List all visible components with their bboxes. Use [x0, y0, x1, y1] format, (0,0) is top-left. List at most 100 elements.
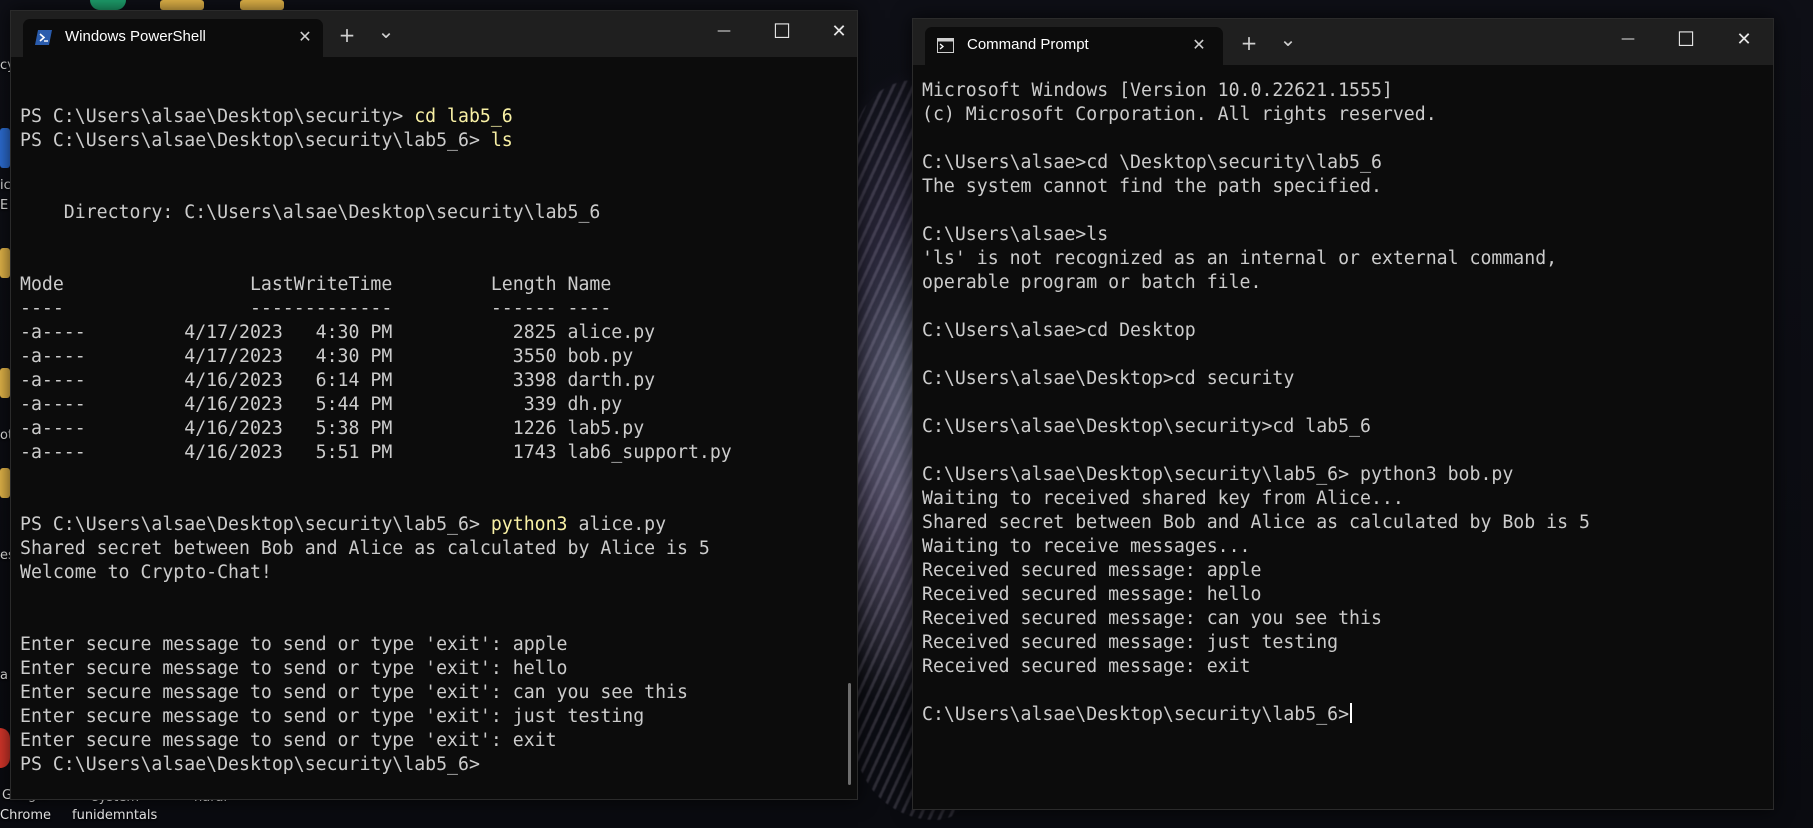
- desktop-folder-icon[interactable]: [240, 0, 284, 10]
- console-line: Waiting to receive messages...: [922, 535, 1773, 559]
- minimize-button[interactable]: —: [701, 23, 747, 53]
- console-line: Received secured message: hello: [922, 583, 1773, 607]
- console-text: Enter secure message to send or type 'ex…: [20, 730, 557, 751]
- close-window-button[interactable]: ✕: [816, 21, 862, 51]
- powershell-titlebar[interactable]: Windows PowerShell ✕ + ⌄ — ☐ ✕: [11, 11, 857, 57]
- tab-dropdown-button[interactable]: ⌄: [374, 21, 398, 43]
- console-text: Received secured message: apple: [922, 560, 1262, 581]
- console-line: Enter secure message to send or type 'ex…: [20, 633, 857, 657]
- tab-title: Command Prompt: [967, 36, 1089, 53]
- console-line: The system cannot find the path specifie…: [922, 175, 1773, 199]
- minimize-button[interactable]: —: [1605, 31, 1651, 61]
- console-text: ---- ------------- ------ ----: [20, 298, 612, 319]
- cmd-titlebar[interactable]: Command Prompt ✕ + ⌄ — ☐ ✕: [913, 19, 1773, 65]
- console-text: Mode LastWriteTime Length Name: [20, 274, 612, 295]
- console-text: C:\Users\alsae>cd Desktop: [922, 320, 1196, 341]
- console-line: PS C:\Users\alsae\Desktop\security\lab5_…: [20, 753, 857, 777]
- tab-dropdown-button[interactable]: ⌄: [1276, 29, 1300, 51]
- console-text: (c) Microsoft Corporation. All rights re…: [922, 104, 1437, 125]
- close-tab-icon[interactable]: ✕: [295, 27, 315, 47]
- scrollbar[interactable]: [848, 683, 851, 785]
- console-line: C:\Users\alsae\Desktop\security\lab5_6>: [922, 703, 1773, 727]
- console-line: C:\Users\alsae\Desktop\security>cd lab5_…: [922, 415, 1773, 439]
- tab-command-prompt[interactable]: Command Prompt ✕: [925, 27, 1223, 65]
- console-line: -a---- 4/16/2023 5:38 PM 1226 lab5.py: [20, 417, 857, 441]
- console-line: -a---- 4/16/2023 6:14 PM 3398 darth.py: [20, 369, 857, 393]
- console-line: Received secured message: just testing: [922, 631, 1773, 655]
- powershell-console-output[interactable]: PS C:\Users\alsae\Desktop\security> cd l…: [11, 57, 857, 799]
- desktop-app-icon[interactable]: [0, 128, 10, 168]
- console-line: Enter secure message to send or type 'ex…: [20, 729, 857, 753]
- command-prompt-icon: [937, 38, 954, 53]
- console-line: PS C:\Users\alsae\Desktop\security> cd l…: [20, 105, 857, 129]
- console-text: C:\Users\alsae>cd \Desktop\security\lab5…: [922, 152, 1382, 173]
- console-line: C:\Users\alsae>cd \Desktop\security\lab5…: [922, 151, 1773, 175]
- desktop-app-icon[interactable]: [0, 728, 10, 768]
- console-text: C:\Users\alsae>ls: [922, 224, 1109, 245]
- new-tab-button[interactable]: +: [335, 25, 359, 47]
- console-line: C:\Users\alsae\Desktop>cd security: [922, 367, 1773, 391]
- console-line: -a---- 4/17/2023 4:30 PM 3550 bob.py: [20, 345, 857, 369]
- console-text: Received secured message: exit: [922, 656, 1251, 677]
- console-prompt: PS C:\Users\alsae\Desktop\security\lab5_…: [20, 130, 491, 151]
- console-line: -a---- 4/16/2023 5:44 PM 339 dh.py: [20, 393, 857, 417]
- desktop-folder-icon[interactable]: [160, 0, 204, 10]
- powershell-window[interactable]: Windows PowerShell ✕ + ⌄ — ☐ ✕ PS C:\Use…: [10, 10, 858, 800]
- close-tab-icon[interactable]: ✕: [1189, 35, 1209, 55]
- console-command: python3: [490, 514, 568, 535]
- console-text: Received secured message: just testing: [922, 632, 1339, 653]
- console-line: (c) Microsoft Corporation. All rights re…: [922, 103, 1773, 127]
- console-line: -a---- 4/16/2023 5:51 PM 1743 lab6_suppo…: [20, 441, 857, 465]
- console-text: C:\Users\alsae\Desktop\security\lab5_6>: [922, 704, 1350, 725]
- desktop-app-icon[interactable]: [0, 368, 10, 398]
- console-line: Received secured message: exit: [922, 655, 1773, 679]
- console-line: Mode LastWriteTime Length Name: [20, 273, 857, 297]
- console-line: PS C:\Users\alsae\Desktop\security\lab5_…: [20, 513, 857, 537]
- new-tab-button[interactable]: +: [1237, 33, 1261, 55]
- maximize-button[interactable]: ☐: [759, 19, 805, 49]
- tab-windows-powershell[interactable]: Windows PowerShell ✕: [23, 19, 323, 57]
- console-line: 'ls' is not recognized as an internal or…: [922, 247, 1773, 271]
- console-text: 'ls' is not recognized as an internal or…: [922, 248, 1558, 269]
- console-command: cd lab5_6: [414, 106, 513, 127]
- console-text: -a---- 4/16/2023 6:14 PM 3398 darth.py: [20, 370, 656, 391]
- desktop-app-icon[interactable]: [0, 248, 10, 278]
- console-line: -a---- 4/17/2023 4:30 PM 2825 alice.py: [20, 321, 857, 345]
- cmd-console-output[interactable]: Microsoft Windows [Version 10.0.22621.15…: [913, 79, 1773, 809]
- console-prompt: PS C:\Users\alsae\Desktop\security\lab5_…: [20, 514, 491, 535]
- console-line: C:\Users\alsae>ls: [922, 223, 1773, 247]
- console-line: C:\Users\alsae>cd Desktop: [922, 319, 1773, 343]
- close-window-button[interactable]: ✕: [1721, 29, 1767, 59]
- desktop-app-icon[interactable]: [0, 468, 10, 498]
- command-prompt-window[interactable]: Command Prompt ✕ + ⌄ — ☐ ✕ Microsoft Win…: [912, 18, 1774, 810]
- console-text: -a---- 4/16/2023 5:51 PM 1743 lab6_suppo…: [20, 442, 732, 463]
- powershell-icon: [35, 30, 52, 45]
- console-prompt: PS C:\Users\alsae\Desktop\security>: [20, 106, 415, 127]
- console-line: Received secured message: apple: [922, 559, 1773, 583]
- console-text: C:\Users\alsae\Desktop>cd security: [922, 368, 1295, 389]
- desktop-app-icon[interactable]: [90, 0, 126, 10]
- console-text: C:\Users\alsae\Desktop\security\lab5_6> …: [922, 464, 1514, 485]
- console-text: Enter secure message to send or type 'ex…: [20, 658, 568, 679]
- text-cursor: [1350, 703, 1353, 723]
- console-line: Shared secret between Bob and Alice as c…: [922, 511, 1773, 535]
- console-text: Waiting to receive messages...: [922, 536, 1251, 557]
- maximize-button[interactable]: ☐: [1663, 27, 1709, 57]
- console-text: Directory: C:\Users\alsae\Desktop\securi…: [20, 202, 601, 223]
- console-text: Enter secure message to send or type 'ex…: [20, 634, 568, 655]
- console-text: Welcome to Crypto-Chat!: [20, 562, 272, 583]
- console-text: Received secured message: can you see th…: [922, 608, 1382, 629]
- console-text: C:\Users\alsae\Desktop\security>cd lab5_…: [922, 416, 1371, 437]
- console-text: -a---- 4/16/2023 5:38 PM 1226 lab5.py: [20, 418, 645, 439]
